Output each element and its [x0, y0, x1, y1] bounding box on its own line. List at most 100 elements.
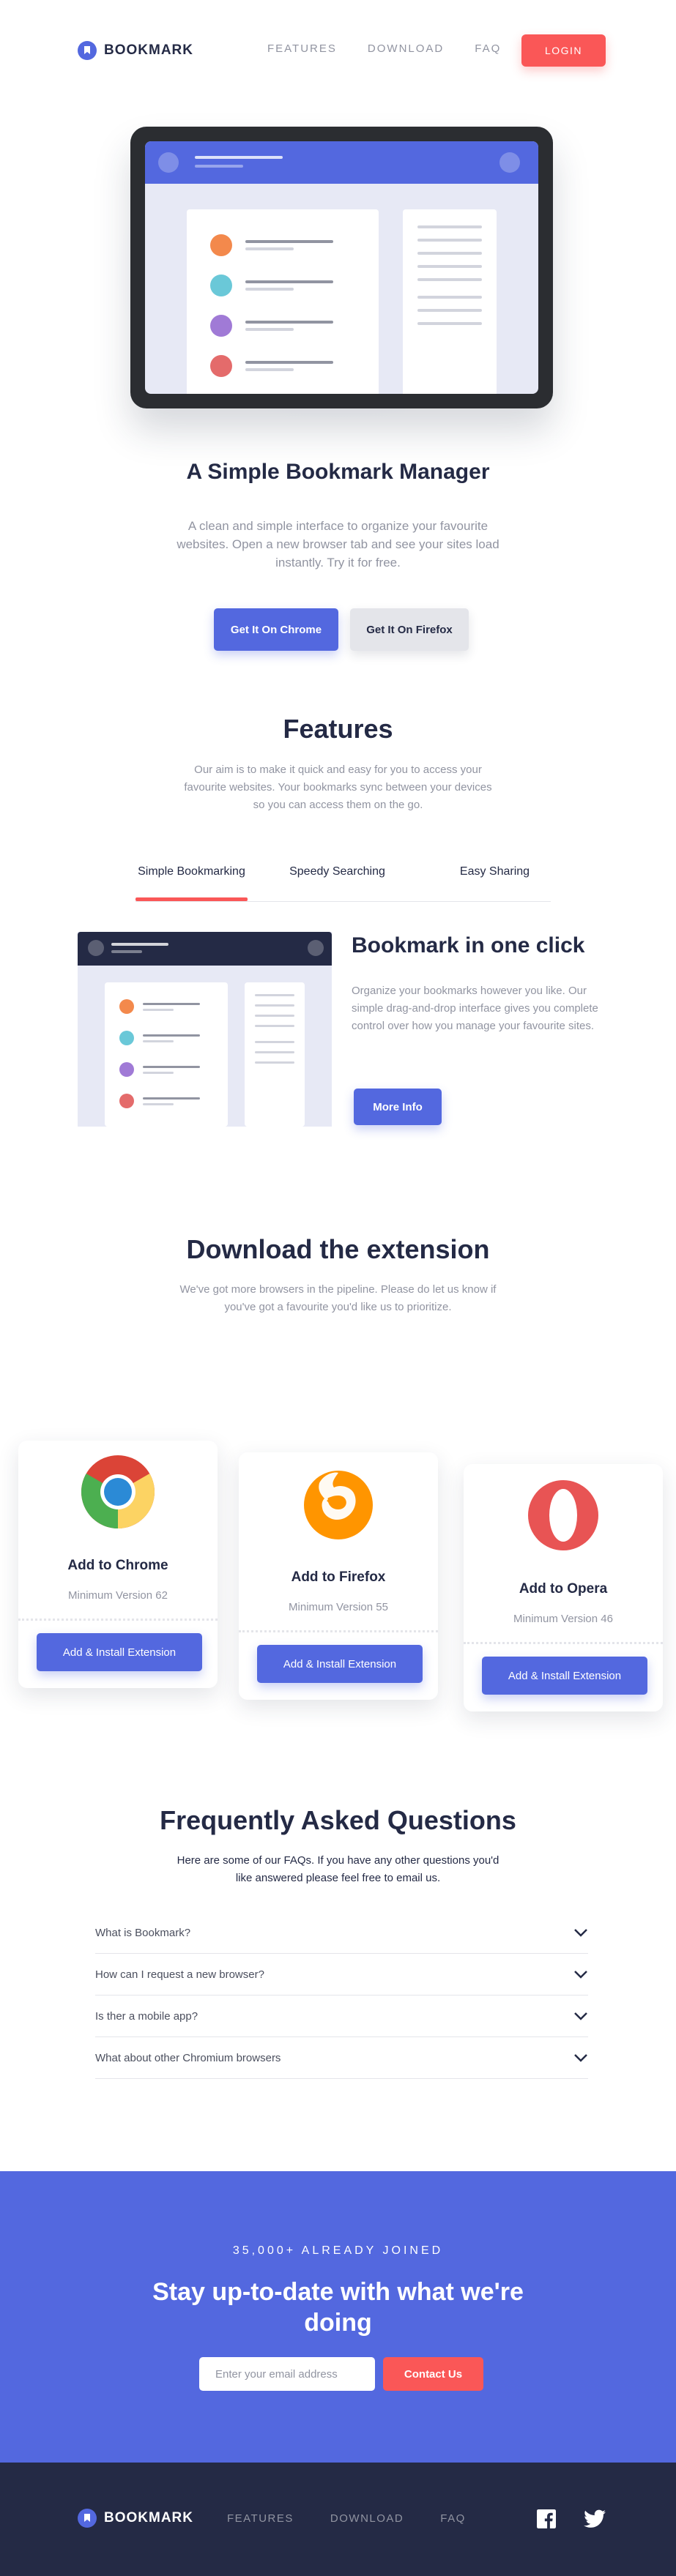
download-description: We've got more browsers in the pipeline.…: [179, 1283, 497, 1313]
email-input[interactable]: [199, 2357, 375, 2391]
install-chrome-button[interactable]: Add & Install Extension: [37, 1633, 202, 1671]
faq-item[interactable]: What about other Chromium browsers: [95, 2037, 588, 2079]
download-title: Download the extension: [186, 1234, 490, 1264]
feature-panel-title: Bookmark in one click: [352, 933, 585, 957]
side-bar: [255, 1015, 294, 1017]
get-firefox-button[interactable]: Get It On Firefox: [350, 608, 469, 651]
list-bar: [143, 1066, 200, 1068]
list-dot: [210, 234, 232, 256]
contact-us-button[interactable]: Contact Us: [383, 2357, 483, 2391]
card-version: Minimum Version 46: [513, 1613, 613, 1625]
list-bar: [245, 280, 333, 283]
tablet-header: [145, 141, 538, 184]
list-bar: [245, 321, 333, 324]
side-bar: [255, 994, 294, 996]
illustration-avatar: [88, 940, 104, 956]
illustration-line: [111, 950, 142, 953]
faq-question: Is ther a mobile app?: [95, 2009, 198, 2023]
list-bar: [245, 328, 294, 331]
list-dot: [119, 1031, 134, 1045]
browser-card-firefox: Add to Firefox Minimum Version 55 Add & …: [239, 1452, 438, 1700]
list-dot: [119, 1094, 134, 1108]
nav-link-faq[interactable]: FAQ: [475, 42, 501, 55]
side-bar: [417, 239, 482, 242]
firefox-icon: [304, 1471, 373, 1539]
tab-simple-bookmarking[interactable]: Simple Bookmarking: [135, 865, 248, 878]
newsletter-title: Stay up-to-date with what we're doing: [152, 2278, 524, 2337]
twitter-icon[interactable]: [584, 2509, 606, 2528]
side-bar: [417, 296, 482, 299]
footer-logo-text: BOOKMARK: [104, 2510, 193, 2525]
list-bar: [245, 368, 294, 371]
bookmark-logo-icon: [78, 2509, 97, 2528]
footer-link-download[interactable]: DOWNLOAD: [330, 2512, 404, 2525]
side-bar: [417, 278, 482, 281]
install-firefox-button[interactable]: Add & Install Extension: [257, 1645, 423, 1683]
list-bar: [245, 288, 294, 291]
illustration-header: [78, 932, 332, 966]
faq-question: How can I request a new browser?: [95, 1968, 264, 1981]
faq-item[interactable]: What is Bookmark?: [95, 1912, 588, 1954]
tablet-screen: [145, 141, 538, 394]
get-chrome-button[interactable]: Get It On Chrome: [214, 608, 338, 651]
footer-logo[interactable]: BOOKMARK: [78, 2509, 193, 2528]
browser-card-chrome: Add to Chrome Minimum Version 62 Add & I…: [18, 1441, 218, 1688]
install-opera-button[interactable]: Add & Install Extension: [482, 1657, 647, 1695]
opera-icon: [528, 1480, 598, 1550]
list-dot: [119, 1062, 134, 1077]
illustration-menu-icon: [308, 940, 324, 956]
side-bar: [255, 1025, 294, 1027]
card-divider: [18, 1619, 218, 1621]
login-button[interactable]: LOGIN: [521, 34, 606, 67]
card-title: Add to Firefox: [291, 1569, 386, 1585]
side-bar: [255, 1004, 294, 1007]
feature-illustration: [78, 932, 332, 1127]
nav-link-download[interactable]: DOWNLOAD: [368, 42, 444, 55]
list-bar: [143, 1097, 200, 1100]
tab-speedy-searching[interactable]: Speedy Searching: [281, 865, 393, 878]
list-bar: [143, 1103, 174, 1105]
footer-link-faq[interactable]: FAQ: [440, 2512, 466, 2525]
side-bar: [255, 1041, 294, 1043]
feature-tabs: Simple Bookmarking Speedy Searching Easy…: [135, 854, 551, 902]
feature-panel-text: Organize your bookmarks however you like…: [352, 985, 598, 1032]
footer-link-features[interactable]: FEATURES: [227, 2512, 294, 2525]
newsletter-section: 35,000+ ALREADY JOINED Stay up-to-date w…: [0, 2171, 676, 2463]
faq-title: Frequently Asked Questions: [160, 1805, 516, 1835]
faq-list: What is Bookmark? How can I request a ne…: [95, 1912, 588, 2079]
chevron-down-icon: [574, 1971, 587, 1979]
faq-description: Here are some of our FAQs. If you have a…: [177, 1854, 499, 1884]
features-description: Our aim is to make it quick and easy for…: [184, 764, 492, 811]
tab-easy-sharing[interactable]: Easy Sharing: [439, 865, 551, 878]
card-title: Add to Chrome: [67, 1558, 168, 1573]
more-info-button[interactable]: More Info: [354, 1089, 442, 1125]
list-bar: [245, 361, 333, 364]
footer-links: FEATURES DOWNLOAD FAQ: [227, 2512, 502, 2525]
chevron-down-icon: [574, 1929, 587, 1937]
card-version: Minimum Version 62: [68, 1589, 168, 1602]
tablet-menu-icon: [499, 152, 520, 173]
side-bar: [417, 309, 482, 312]
logo[interactable]: BOOKMARK: [78, 41, 193, 60]
side-bar: [417, 322, 482, 325]
nav-link-features[interactable]: FEATURES: [267, 42, 337, 55]
tablet-header-line: [195, 165, 243, 168]
logo-text: BOOKMARK: [104, 42, 193, 58]
tablet-side-panel: [403, 209, 497, 394]
list-bar: [245, 247, 294, 250]
card-version: Minimum Version 55: [289, 1601, 388, 1613]
list-bar: [245, 240, 333, 243]
hero-title: A Simple Bookmark Manager: [186, 460, 490, 484]
footer: BOOKMARK FEATURES DOWNLOAD FAQ: [0, 2463, 676, 2576]
chevron-down-icon: [574, 2054, 587, 2062]
newsletter-count: 35,000+ ALREADY JOINED: [232, 2244, 444, 2257]
active-tab-indicator: [135, 897, 248, 901]
faq-question: What about other Chromium browsers: [95, 2051, 281, 2064]
hero-tablet-illustration: [130, 127, 553, 408]
tablet-header-line: [195, 156, 283, 159]
faq-item[interactable]: How can I request a new browser?: [95, 1954, 588, 1996]
faq-item[interactable]: Is ther a mobile app?: [95, 1996, 588, 2037]
facebook-icon[interactable]: [537, 2509, 556, 2528]
features-title: Features: [283, 714, 393, 744]
list-dot: [210, 355, 232, 377]
